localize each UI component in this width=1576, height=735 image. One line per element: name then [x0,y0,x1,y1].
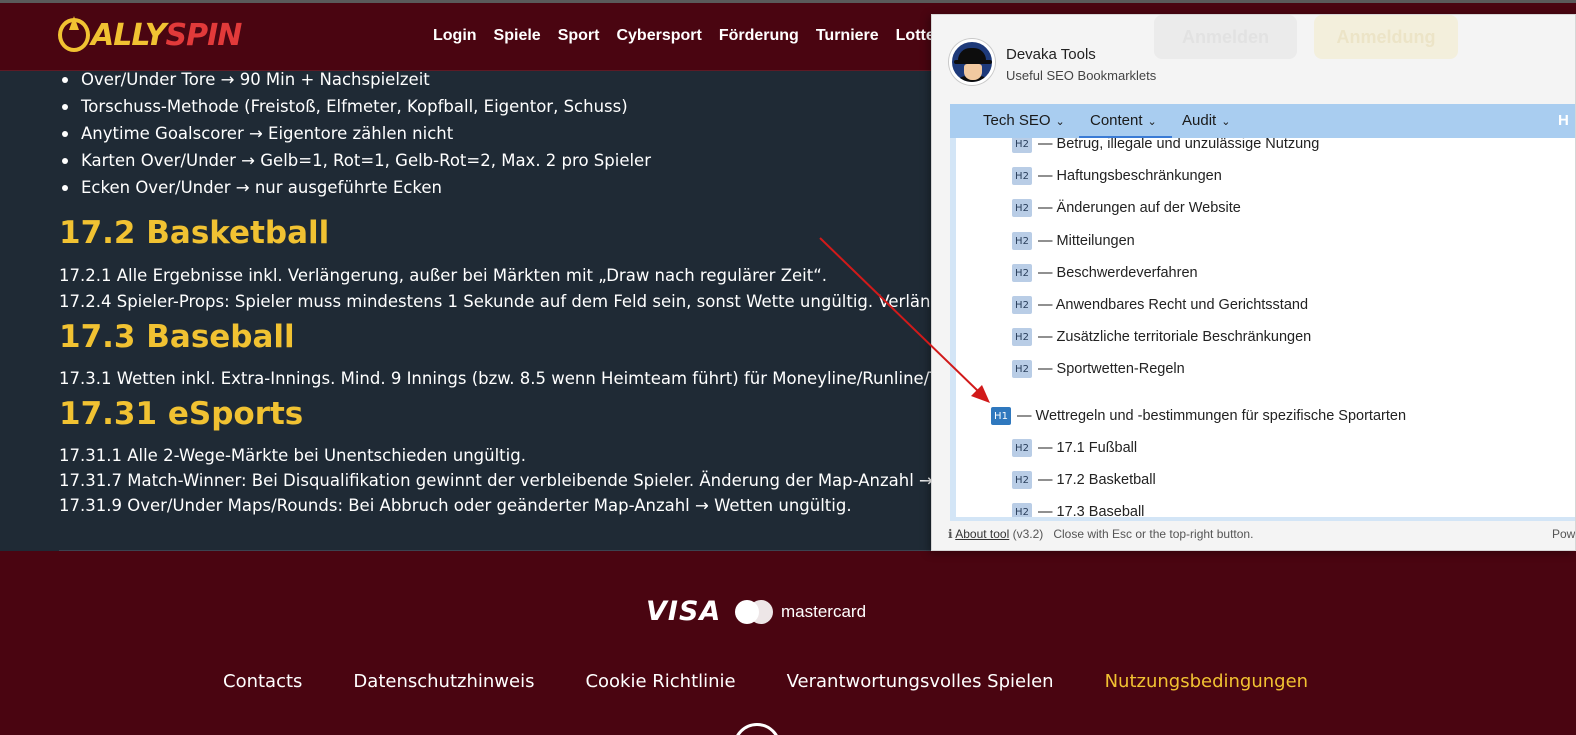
heading-text: — Mitteilungen [1038,233,1135,249]
panel-footer-right: Pow [1552,527,1576,541]
list-item[interactable]: H2 — Beschwerdeverfahren [1012,264,1198,282]
logo-text-ally: ALLY [91,17,167,53]
list-item[interactable]: H2 — Mitteilungen [1012,232,1135,250]
paragraph: 17.31.9 Over/Under Maps/Rounds: Bei Abbr… [59,496,852,515]
list-item[interactable]: H2 — 17.2 Basketball [1012,471,1156,489]
heading-text: — Betrug, illegale und unzulässige Nutzu… [1038,138,1320,152]
paragraph: 17.2.1 Alle Ergebnisse inkl. Verlängerun… [59,266,827,285]
info-icon: ℹ [948,527,953,541]
paragraph: 17.2.4 Spieler-Props: Spieler muss minde… [59,292,1004,311]
heading-text: — Wettregeln und -bestimmungen für spezi… [1017,408,1407,424]
footer-link-responsible-gaming[interactable]: Verantwortungsvolles Spielen [787,671,1054,692]
panel-tab-bar: Tech SEO ⌄ Content ⌄ Audit ⌄ H [950,104,1575,138]
nav-spiele[interactable]: Spiele [494,27,541,45]
heading-text: — Beschwerdeverfahren [1038,265,1198,281]
footer-link-terms[interactable]: Nutzungsbedingungen [1105,671,1308,692]
about-tool-link[interactable]: About tool [955,527,1009,541]
heading-text: — Änderungen auf der Website [1038,200,1241,216]
nav-login[interactable]: Login [433,27,477,45]
heading-text: — Zusätzliche territoriale Beschränkunge… [1038,329,1312,345]
heading-text: — Sportwetten-Regeln [1038,361,1185,377]
heading-text: — 17.1 Fußball [1038,440,1138,456]
nav-sport[interactable]: Sport [558,27,600,45]
h2-badge: H2 [1012,167,1032,185]
tab-tech-seo[interactable]: Tech SEO ⌄ [983,112,1065,129]
heading-text: — 17.3 Baseball [1038,504,1145,520]
section-heading-baseball: 17.3 Baseball [59,319,295,355]
tab-audit[interactable]: Audit ⌄ [1182,112,1230,129]
devaka-tools-panel: Anmelden Anmeldung Devaka Tools Useful S… [931,14,1576,551]
panel-title: Devaka Tools [1006,46,1096,63]
heading-text: — Haftungsbeschränkungen [1038,168,1222,184]
register-button[interactable]: Anmeldung [1314,15,1458,59]
nav-foerderung[interactable]: Förderung [719,27,799,45]
tab-label: Tech SEO [983,112,1051,129]
h2-badge: H2 [1012,503,1032,517]
heading-text: — 17.2 Basketball [1038,472,1156,488]
h1-badge: H1 [991,407,1011,425]
paragraph: 17.3.1 Wetten inkl. Extra-Innings. Mind.… [59,369,997,388]
footer-link-datenschutz[interactable]: Datenschutzhinweis [353,671,534,692]
heading-text: — Anwendbares Recht und Gerichtsstand [1038,297,1309,313]
close-hint: Close with Esc or the top-right button. [1053,527,1254,541]
logo-text-spin: SPIN [165,17,243,53]
tab-label: Audit [1182,112,1217,129]
h2-badge: H2 [1012,439,1032,457]
list-item[interactable]: H2 — Haftungsbeschränkungen [1012,167,1222,185]
list-item[interactable]: H2 — Änderungen auf der Website [1012,199,1241,217]
rules-bullet-list: Over/Under Tore → 90 Min + Nachspielzeit… [59,71,651,201]
panel-footer: ℹ About tool (v3.2) Close with Esc or th… [948,527,1253,541]
mastercard-circle-right [749,600,773,624]
version-label: (v3.2) [1012,527,1044,541]
chevron-down-icon: ⌄ [1055,116,1065,128]
mastercard-logo: mastercard [735,600,866,624]
nav-cybersport[interactable]: Cybersport [616,27,701,45]
site-logo[interactable]: ALLYSPIN [58,15,243,55]
chevron-down-icon: ⌄ [1147,116,1157,128]
tab-content[interactable]: Content ⌄ [1090,112,1157,129]
section-heading-basketball: 17.2 Basketball [59,215,330,251]
visa-logo: VISA [646,596,722,627]
paragraph: 17.31.1 Alle 2-Wege-Märkte bei Unentschi… [59,446,526,465]
main-nav: Login Spiele Sport Cybersport Förderung … [433,27,981,45]
footer-links: Contacts Datenschutzhinweis Cookie Richt… [223,671,1308,692]
h2-badge: H2 [1012,360,1032,378]
heading-outline-list: H2 — Betrug, illegale und unzulässige Nut… [950,138,1575,521]
h2-badge: H2 [1012,264,1032,282]
list-item: Over/Under Tore → 90 Min + Nachspielzeit [59,71,651,93]
chevron-down-icon: ⌄ [1221,116,1231,128]
list-item[interactable]: H2 — 17.1 Fußball [1012,439,1137,457]
list-item[interactable]: H2 — 17.3 Baseball [1012,503,1145,520]
footer-link-cookie[interactable]: Cookie Richtlinie [585,671,735,692]
h2-badge: H2 [1012,328,1032,346]
h2-badge: H2 [1012,296,1032,314]
mastercard-wordmark: mastercard [781,602,867,621]
logo-text: ALLYSPIN [91,17,243,53]
panel-subtitle: Useful SEO Bookmarklets [1006,68,1157,83]
paragraph: 17.31.7 Match-Winner: Bei Disqualifikati… [59,471,987,490]
age-badge-icon [733,723,781,735]
list-item[interactable]: H1 — Wettregeln und -bestimmungen für spe… [991,407,1406,425]
list-item: Anytime Goalscorer → Eigentore zählen ni… [59,120,651,147]
h2-badge: H2 [1012,232,1032,250]
list-item[interactable]: H2 — Sportwetten-Regeln [1012,360,1185,378]
detective-avatar-icon [949,39,995,85]
list-item: Torschuss-Methode (Freistoß, Elfmeter, K… [59,93,651,120]
logo-icon [58,16,90,52]
site-footer: VISA mastercard Contacts Datenschutzhinw… [0,551,1576,735]
nav-turniere[interactable]: Turniere [816,27,879,45]
list-item: Ecken Over/Under → nur ausgeführte Ecken [59,174,651,201]
tab-label: Content [1090,112,1143,129]
h2-badge: H2 [1012,471,1032,489]
list-item[interactable]: H2 — Zusätzliche territoriale Beschränkun… [1012,328,1311,346]
list-item[interactable]: H2 — Anwendbares Recht und Gerichtsstand [1012,296,1308,314]
login-button[interactable]: Anmelden [1154,15,1297,59]
list-item: Karten Over/Under → Gelb=1, Rot=1, Gelb-… [59,147,651,174]
section-heading-esports: 17.31 eSports [59,396,304,432]
tab-partial[interactable]: H [1558,112,1569,129]
h2-badge: H2 [1012,138,1032,153]
h2-badge: H2 [1012,199,1032,217]
list-item[interactable]: H2 — Betrug, illegale und unzulässige Nut… [1012,138,1319,153]
footer-link-contacts[interactable]: Contacts [223,671,302,692]
